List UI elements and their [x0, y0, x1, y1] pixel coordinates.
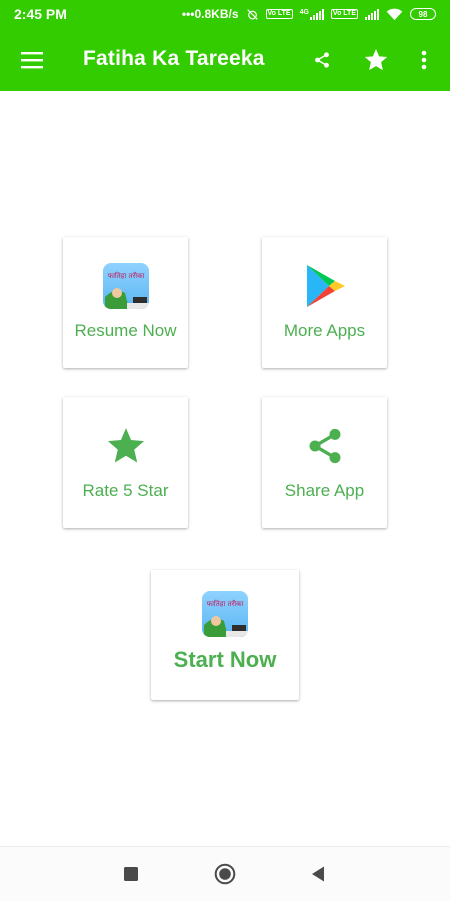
- more-vert-icon: [421, 50, 427, 69]
- status-icons: •••0.8KB/s Vo LTE 4G Vo LTE 98: [182, 7, 436, 21]
- more-apps-card[interactable]: More Apps: [262, 237, 387, 368]
- alarm-off-icon: [246, 8, 258, 20]
- wifi-icon: [386, 8, 403, 20]
- play-store-icon: [306, 265, 345, 307]
- back-button[interactable]: [296, 847, 340, 901]
- rate-5-star-card[interactable]: Rate 5 Star: [63, 397, 188, 528]
- star-icon: [107, 428, 144, 463]
- app-bar: Fatiha Ka Tareeka: [0, 28, 450, 91]
- share-icon: [315, 51, 329, 68]
- back-icon: [312, 866, 324, 882]
- share-icon: [309, 428, 340, 464]
- more-apps-label: More Apps: [283, 321, 366, 340]
- status-bar: 2:45 PM •••0.8KB/s Vo LTE 4G Vo LTE 98: [0, 0, 450, 28]
- rate-star-button[interactable]: [355, 28, 397, 91]
- share-button[interactable]: [302, 28, 342, 91]
- star-icon: [364, 48, 388, 70]
- start-now-label: Start Now: [173, 647, 277, 672]
- rate-5-star-label: Rate 5 Star: [82, 481, 169, 500]
- resume-now-label: Resume Now: [74, 321, 177, 340]
- start-now-card[interactable]: फातिहा तरीका Start Now: [151, 570, 299, 700]
- status-time: 2:45 PM: [14, 6, 67, 22]
- share-app-card[interactable]: Share App: [262, 397, 387, 528]
- recents-icon: [124, 867, 138, 881]
- app-icon: फातिहा तरीका: [202, 591, 248, 637]
- battery-icon: 98: [410, 8, 436, 20]
- system-nav-bar: [0, 846, 450, 901]
- overflow-menu-button[interactable]: [408, 28, 440, 91]
- home-icon: [214, 863, 236, 885]
- signal-icon-1: 4G: [299, 8, 324, 20]
- menu-icon: [21, 51, 43, 68]
- volte-badge-2: Vo LTE: [330, 9, 358, 19]
- network-speed: •••0.8KB/s: [181, 7, 239, 21]
- app-icon-text: फातिहा तरीका: [207, 599, 244, 608]
- volte-badge-1: Vo LTE: [265, 9, 293, 19]
- app-title: Fatiha Ka Tareeka: [83, 47, 265, 70]
- app-icon-text: फातिहा तरीका: [107, 271, 144, 280]
- resume-now-card[interactable]: फातिहा तरीका Resume Now: [63, 237, 188, 368]
- signal-icon-2: [365, 8, 379, 20]
- app-icon: फातिहा तरीका: [102, 263, 149, 309]
- recents-button[interactable]: [109, 847, 153, 901]
- share-app-label: Share App: [284, 481, 365, 500]
- home-button[interactable]: [203, 847, 247, 901]
- network-type: 4G: [299, 8, 309, 16]
- menu-button[interactable]: [12, 28, 52, 91]
